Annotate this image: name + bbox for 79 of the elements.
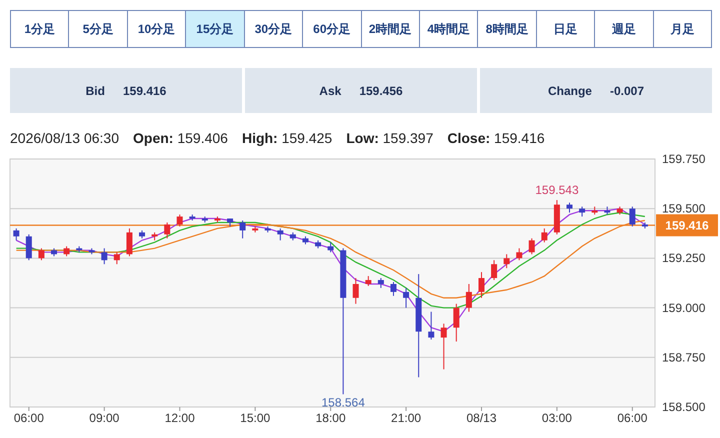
y-axis-label: 158.750	[662, 350, 706, 364]
candlestick	[76, 246, 82, 253]
candlestick	[466, 284, 472, 312]
candlestick	[328, 242, 334, 253]
candlestick	[504, 254, 510, 269]
candlestick	[13, 228, 20, 241]
candlestick	[616, 206, 623, 216]
candlestick	[290, 232, 296, 241]
candlestick	[604, 206, 610, 216]
candlestick	[214, 216, 220, 223]
ohlc-value: Low: 159.397	[346, 129, 434, 147]
candlestick	[101, 248, 108, 265]
ohlc-value: Close: 159.416	[447, 129, 545, 147]
candlestick	[264, 226, 271, 233]
candlestick	[38, 248, 44, 261]
x-axis-label: 18:00	[316, 411, 346, 425]
candlestick	[252, 226, 258, 233]
candlestick	[227, 218, 234, 227]
candlestick	[629, 206, 636, 227]
candlestick	[390, 282, 396, 296]
candlestick	[554, 200, 560, 235]
candlestick	[528, 238, 535, 255]
ohlc-value: Open: 159.406	[133, 129, 228, 147]
candlestick	[478, 272, 484, 298]
x-axis-label: 03:00	[542, 411, 572, 425]
x-axis-label: 12:00	[164, 411, 195, 425]
quote-value: 159.416	[122, 82, 166, 100]
y-axis-label: 159.750	[662, 152, 706, 166]
candlestick	[453, 303, 460, 342]
candlestick	[114, 252, 120, 265]
x-axis-label: 15:00	[240, 411, 270, 425]
low-price-label: 158.564	[322, 395, 365, 410]
quote-value: -0.007	[610, 82, 644, 100]
candlestick	[491, 260, 498, 281]
y-axis-label: 159.500	[662, 202, 706, 216]
quote-label: Change	[548, 82, 592, 100]
candlestick	[352, 278, 359, 304]
y-axis-label: 159.000	[662, 300, 706, 315]
candlestick	[403, 287, 410, 308]
candlestick	[315, 240, 322, 249]
x-axis-label: 08/13	[466, 411, 496, 425]
candlestick	[566, 202, 572, 214]
candlestick	[579, 206, 586, 218]
bar-datetime: 2026/08/13 06:30	[10, 129, 119, 147]
x-axis-label: 09:00	[89, 411, 120, 425]
candlestick	[642, 222, 648, 229]
candlestick	[126, 228, 132, 257]
y-axis-label: 159.250	[662, 251, 706, 266]
candlestick	[592, 206, 598, 216]
high-price-label: 159.543	[535, 183, 579, 198]
quote-label: Bid	[86, 82, 105, 100]
candlestick	[139, 230, 146, 239]
candlestick	[88, 248, 95, 255]
quote-label: Ask	[319, 82, 342, 100]
quote-value: 159.456	[359, 82, 403, 100]
candlestick	[240, 220, 246, 239]
last-price-text: 159.416	[665, 218, 709, 232]
candlestick	[64, 246, 70, 257]
ohlc-value: High: 159.425	[242, 129, 332, 147]
candlestick	[189, 214, 196, 221]
candlestick	[516, 248, 522, 261]
last-price-tag	[656, 214, 718, 236]
y-axis-label: 158.500	[662, 400, 706, 414]
candlestick	[51, 248, 57, 257]
candlestick	[202, 216, 208, 223]
x-axis-label: 06:00	[14, 411, 44, 425]
candlestick	[302, 236, 308, 245]
x-axis-label: 06:00	[617, 411, 648, 425]
candlestick	[164, 222, 170, 239]
candlestick	[440, 323, 447, 370]
candlestick	[378, 278, 384, 288]
candlestick	[428, 311, 434, 340]
candlestick	[541, 228, 548, 243]
x-axis-label: 21:00	[391, 411, 422, 425]
timeframe-tab[interactable]: 15分足	[185, 11, 244, 47]
candlestick	[152, 232, 158, 241]
candlestick	[365, 276, 372, 286]
candlestick	[176, 214, 183, 227]
candlestick	[277, 228, 284, 241]
